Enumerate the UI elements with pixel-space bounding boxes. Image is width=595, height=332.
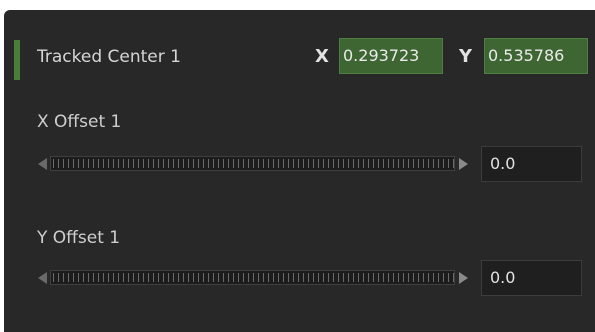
tracked-center-y-field[interactable]: 0.535786 (484, 38, 588, 74)
inspector-panel: Tracked Center 1 X 0.293723 Y 0.535786 X… (4, 10, 595, 332)
keyframe-marker[interactable] (14, 40, 20, 80)
x-offset-decrement-icon[interactable] (38, 158, 47, 170)
x-offset-value-field[interactable]: 0.0 (481, 146, 582, 182)
y-offset-slider[interactable] (50, 270, 455, 285)
y-axis-label: Y (459, 46, 473, 67)
y-offset-increment-icon[interactable] (459, 272, 468, 284)
x-offset-increment-icon[interactable] (459, 158, 468, 170)
y-offset-decrement-icon[interactable] (38, 272, 47, 284)
tracked-center-label: Tracked Center 1 (37, 47, 181, 67)
tracked-center-row: Tracked Center 1 X 0.293723 Y 0.535786 (4, 34, 595, 80)
y-offset-label: Y Offset 1 (37, 228, 121, 248)
x-offset-slider-row: 0.0 (38, 146, 584, 182)
tracked-center-x-field[interactable]: 0.293723 (339, 38, 443, 74)
x-offset-label: X Offset 1 (37, 112, 122, 132)
y-offset-slider-row: 0.0 (38, 260, 584, 296)
y-offset-value-field[interactable]: 0.0 (481, 260, 582, 296)
x-offset-slider[interactable] (50, 156, 455, 171)
x-axis-label: X (315, 46, 329, 67)
